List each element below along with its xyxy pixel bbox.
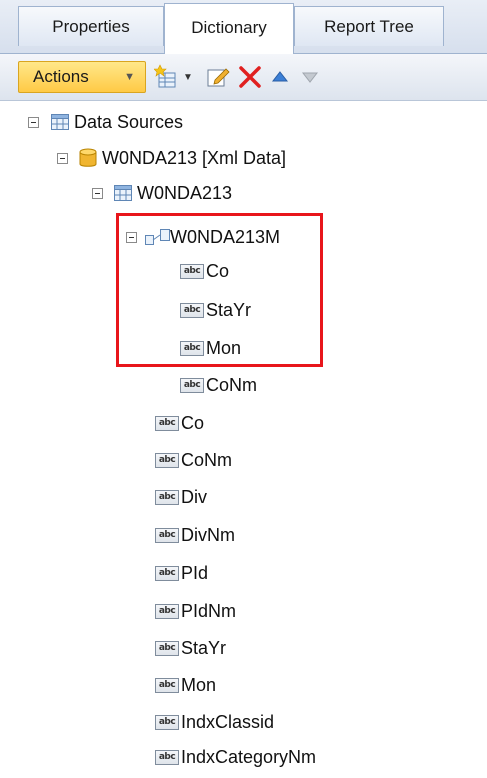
abc-column-icon: abc <box>180 378 204 393</box>
tree-column-item[interactable]: abc CoNm <box>0 370 487 400</box>
abc-column-icon: abc <box>155 453 179 468</box>
chevron-down-icon: ▼ <box>124 71 135 83</box>
tree-node-label: W0NDA213 <box>137 183 233 203</box>
tree-column-item[interactable]: abc Mon <box>0 670 487 700</box>
tree-column-item[interactable]: abc Div <box>0 482 487 512</box>
highlight-box <box>116 213 323 367</box>
column-label: StaYr <box>181 638 227 658</box>
tree-column-item[interactable]: abc DivNm <box>0 520 487 550</box>
tree-column-item[interactable]: abc IndxCategoryNm <box>0 742 487 772</box>
edit-icon[interactable] <box>206 65 230 89</box>
tree-column-item[interactable]: abc StaYr <box>0 633 487 663</box>
move-up-icon[interactable] <box>271 70 289 84</box>
actions-button-label: Actions <box>33 67 89 86</box>
abc-column-icon: abc <box>155 678 179 693</box>
tree-column-item[interactable]: abc PIdNm <box>0 596 487 626</box>
move-down-icon[interactable] <box>301 70 319 84</box>
new-item-icon[interactable] <box>154 64 178 90</box>
abc-column-icon: abc <box>155 416 179 431</box>
table-icon <box>114 185 132 201</box>
tree-column-item[interactable]: abc Co <box>0 408 487 438</box>
column-label: PIdNm <box>181 601 237 621</box>
tree-node-label: W0NDA213 [Xml Data] <box>102 148 287 168</box>
tree-column-item[interactable]: abc CoNm <box>0 445 487 475</box>
collapse-toggle-icon[interactable] <box>57 153 68 164</box>
collapse-toggle-icon[interactable] <box>28 117 39 128</box>
new-item-dropdown-icon[interactable]: ▼ <box>183 72 193 83</box>
tab-properties[interactable]: Properties <box>18 6 164 46</box>
column-label: DivNm <box>181 525 235 545</box>
column-label: IndxClassid <box>181 712 275 732</box>
column-label: Div <box>181 487 207 507</box>
abc-column-icon: abc <box>155 641 179 656</box>
column-label: Mon <box>181 675 217 695</box>
tab-report-tree[interactable]: Report Tree <box>294 6 444 46</box>
tree-node-datasource[interactable]: W0NDA213 [Xml Data] <box>0 143 487 173</box>
abc-column-icon: abc <box>155 604 179 619</box>
tree-node-table[interactable]: W0NDA213 <box>0 178 487 208</box>
column-label: PId <box>181 563 209 583</box>
abc-column-icon: abc <box>155 566 179 581</box>
abc-column-icon: abc <box>155 715 179 730</box>
tree-node-label: Data Sources <box>74 112 184 132</box>
delete-icon[interactable] <box>237 64 263 90</box>
column-label: Co <box>181 413 205 433</box>
tree-column-item[interactable]: abc IndxClassid <box>0 707 487 737</box>
tree-node-data-sources[interactable]: Data Sources <box>0 107 487 137</box>
abc-column-icon: abc <box>155 528 179 543</box>
column-label: IndxCategoryNm <box>181 747 317 767</box>
column-label: CoNm <box>206 375 258 395</box>
column-label: CoNm <box>181 450 233 470</box>
actions-button[interactable]: Actions ▼ <box>18 61 146 93</box>
tab-dictionary[interactable]: Dictionary <box>164 3 294 54</box>
dictionary-panel: Properties Dictionary Report Tree Action… <box>0 0 487 778</box>
collapse-toggle-icon[interactable] <box>92 188 103 199</box>
database-icon <box>79 148 97 167</box>
abc-column-icon: abc <box>155 490 179 505</box>
data-sources-icon <box>51 114 69 130</box>
tree-column-item[interactable]: abc PId <box>0 558 487 588</box>
abc-column-icon: abc <box>155 750 179 765</box>
